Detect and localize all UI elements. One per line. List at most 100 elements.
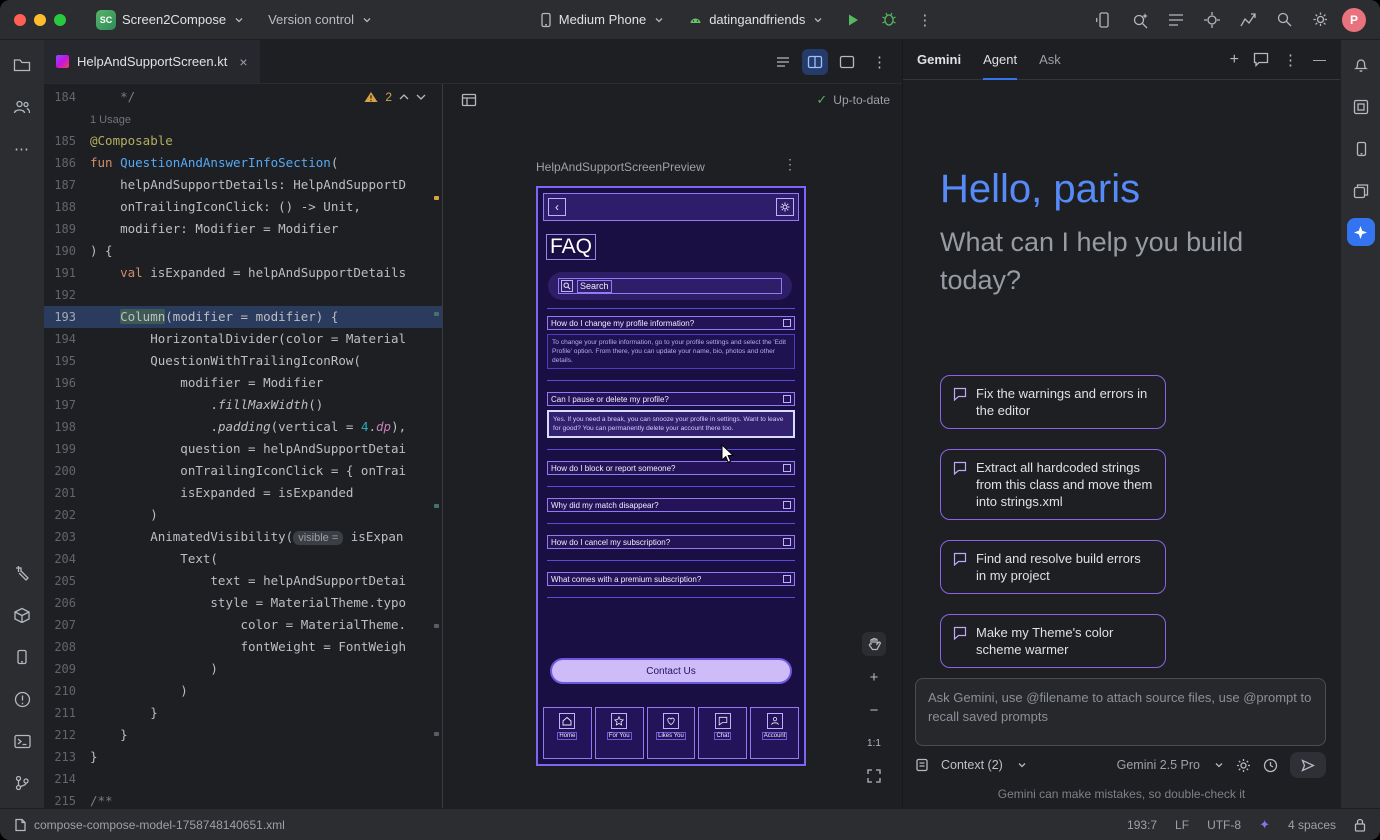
line-number[interactable]: 203: [44, 526, 90, 548]
file-encoding[interactable]: UTF-8: [1207, 818, 1241, 832]
nav-item-home[interactable]: Home: [543, 707, 592, 759]
user-avatar[interactable]: P: [1342, 8, 1366, 32]
line-number[interactable]: 192: [44, 284, 90, 306]
faq-question[interactable]: How do I cancel my subscription?: [547, 535, 795, 549]
device-selector[interactable]: Medium Phone: [531, 6, 672, 34]
line-number[interactable]: 184: [44, 86, 90, 108]
scroll-mark[interactable]: [434, 732, 439, 736]
code-line[interactable]: 187 helpAndSupportDetails: HelpAndSuppor…: [44, 174, 442, 196]
nav-item-chat[interactable]: Chat: [698, 707, 747, 759]
ai-status-icon[interactable]: ✦: [1259, 817, 1270, 833]
new-chat-button[interactable]: +: [1230, 51, 1239, 69]
zoom-window-button[interactable]: [54, 14, 66, 26]
todo-list-button[interactable]: [1162, 6, 1190, 34]
tab-agent[interactable]: Agent: [983, 40, 1017, 80]
line-number[interactable]: 187: [44, 174, 90, 196]
code-line[interactable]: 206 style = MaterialTheme.typo: [44, 592, 442, 614]
line-number[interactable]: 186: [44, 152, 90, 174]
line-number[interactable]: 215: [44, 790, 90, 808]
faq-question[interactable]: Why did my match disappear?: [547, 498, 795, 512]
expand-icon[interactable]: [783, 575, 791, 583]
model-selector[interactable]: Gemini 2.5 Pro: [1117, 758, 1200, 772]
pan-tool-button[interactable]: [862, 632, 886, 656]
expand-icon[interactable]: [783, 319, 791, 327]
code-line[interactable]: 185@Composable: [44, 130, 442, 152]
code-line[interactable]: 214: [44, 768, 442, 790]
layout-inspector-button[interactable]: [1346, 92, 1376, 122]
code-line[interactable]: 203 AnimatedVisibility(visible = isExpan: [44, 526, 442, 548]
terminal-button[interactable]: [7, 726, 37, 756]
line-number[interactable]: 209: [44, 658, 90, 680]
line-number[interactable]: 213: [44, 746, 90, 768]
code-line[interactable]: 215/**: [44, 790, 442, 808]
context-selector[interactable]: Context (2): [941, 758, 1003, 772]
code-line[interactable]: 210 ): [44, 680, 442, 702]
line-number[interactable]: 189: [44, 218, 90, 240]
line-number[interactable]: 214: [44, 768, 90, 790]
gemini-settings-icon[interactable]: [1236, 758, 1251, 773]
code-line[interactable]: 205 text = helpAndSupportDetai: [44, 570, 442, 592]
line-separator[interactable]: LF: [1175, 818, 1189, 832]
lock-icon[interactable]: [1354, 818, 1366, 832]
line-number[interactable]: 197: [44, 394, 90, 416]
design-view-toggle[interactable]: [834, 49, 860, 75]
expand-icon[interactable]: [783, 501, 791, 509]
code-line[interactable]: 190) {: [44, 240, 442, 262]
more-tool-windows-button[interactable]: ⋯: [7, 134, 37, 164]
problems-button[interactable]: [7, 684, 37, 714]
line-number[interactable]: 206: [44, 592, 90, 614]
tab-ask[interactable]: Ask: [1039, 40, 1061, 80]
build-button[interactable]: [7, 558, 37, 588]
run-button[interactable]: [839, 6, 867, 34]
gemini-input-box[interactable]: [915, 678, 1326, 746]
code-line[interactable]: 194 HorizontalDivider(color = Material: [44, 328, 442, 350]
line-number[interactable]: 185: [44, 130, 90, 152]
faq-question[interactable]: How do I change my profile information?: [547, 316, 795, 330]
dependencies-button[interactable]: [7, 600, 37, 630]
profiler-button[interactable]: [1234, 6, 1262, 34]
code-line[interactable]: 201 isExpanded = isExpanded: [44, 482, 442, 504]
line-number[interactable]: 191: [44, 262, 90, 284]
code-line[interactable]: 1 Usage: [44, 108, 442, 130]
code-line[interactable]: 200 onTrailingIconClick = { onTrai: [44, 460, 442, 482]
code-line[interactable]: 211 }: [44, 702, 442, 724]
line-number[interactable]: 201: [44, 482, 90, 504]
editor-options-menu[interactable]: ⋮: [866, 48, 894, 76]
occurrence-scroll-mark[interactable]: [434, 312, 439, 316]
back-button[interactable]: ‹: [548, 198, 566, 216]
project-selector[interactable]: SC Screen2Compose: [88, 6, 252, 34]
suggestion-card[interactable]: Fix the warnings and errors in the edito…: [940, 375, 1166, 429]
send-button[interactable]: [1290, 752, 1326, 778]
chat-history-icon[interactable]: [1253, 52, 1269, 67]
editor-tab[interactable]: HelpAndSupportScreen.kt ×: [44, 40, 260, 83]
preview-canvas[interactable]: HelpAndSupportScreenPreview ⋮ ‹ FAQ: [443, 116, 902, 808]
line-number[interactable]: 208: [44, 636, 90, 658]
code-editor[interactable]: 184 */1 Usage185@Composable186fun Questi…: [44, 84, 443, 808]
code-line[interactable]: 213}: [44, 746, 442, 768]
notifications-button[interactable]: [1346, 50, 1376, 80]
code-line[interactable]: 204 Text(: [44, 548, 442, 570]
code-line[interactable]: 189 modifier: Modifier = Modifier: [44, 218, 442, 240]
next-problem-icon[interactable]: [416, 93, 426, 101]
code-line[interactable]: 191 val isExpanded = helpAndSupportDetai…: [44, 262, 442, 284]
code-line[interactable]: 195 QuestionWithTrailingIconRow(: [44, 350, 442, 372]
project-view-button[interactable]: [7, 50, 37, 80]
line-number[interactable]: 195: [44, 350, 90, 372]
warning-scroll-mark[interactable]: [434, 196, 439, 200]
inspections-widget[interactable]: 2: [360, 88, 430, 106]
debug-button[interactable]: [875, 6, 903, 34]
code-line[interactable]: 202 ): [44, 504, 442, 526]
line-number[interactable]: 202: [44, 504, 90, 526]
expand-icon[interactable]: [783, 538, 791, 546]
code-line[interactable]: 198 .padding(vertical = 4.dp),: [44, 416, 442, 438]
preview-options-menu[interactable]: ⋮: [783, 156, 797, 173]
zoom-to-fit-button[interactable]: [862, 764, 886, 788]
settings-button-preview[interactable]: [776, 198, 794, 216]
search-field[interactable]: Search: [558, 278, 782, 294]
line-number[interactable]: 188: [44, 196, 90, 218]
line-number[interactable]: 194: [44, 328, 90, 350]
line-number[interactable]: 199: [44, 438, 90, 460]
zoom-in-button[interactable]: +: [862, 665, 886, 689]
line-number[interactable]: 198: [44, 416, 90, 438]
code-line[interactable]: 193 Column(modifier = modifier) {: [44, 306, 442, 328]
